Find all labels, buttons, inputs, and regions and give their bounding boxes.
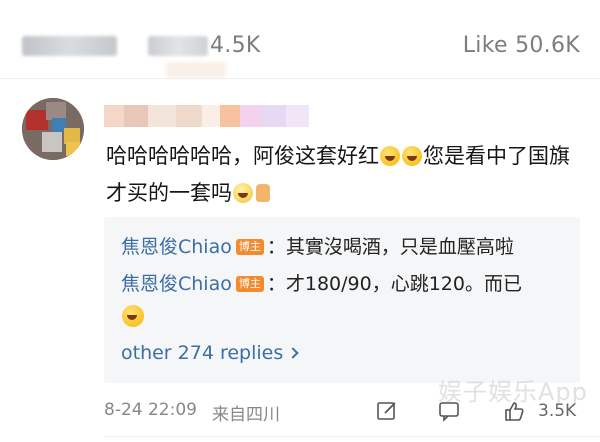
thumb-up-emoji (256, 184, 270, 202)
comment-count[interactable]: 4.5K (210, 33, 261, 58)
like-tab[interactable]: Like 50.6K (463, 33, 580, 58)
edit-icon[interactable] (376, 400, 398, 422)
divider (104, 436, 600, 437)
comment-tab-blurred[interactable] (148, 36, 208, 56)
chevron-right-icon (287, 347, 299, 359)
like-count: 3.5K (538, 401, 577, 421)
comment-text: 哈哈哈哈哈哈，阿俊这套好红 您是看中了国旗才买的一套吗 (106, 138, 576, 212)
username-blurred[interactable] (104, 105, 309, 127)
repost-tab-blurred[interactable] (22, 36, 117, 56)
reply-text: ：其實沒喝酒，只是血壓高啦 (266, 236, 514, 258)
reply-author[interactable]: 焦恩俊Chiao (121, 236, 232, 258)
author-badge: 博主 (235, 276, 264, 292)
laughing-emoji (402, 146, 422, 166)
author-badge: 博主 (235, 239, 264, 255)
comment-location: 来自四川 (212, 405, 280, 425)
avatar[interactable] (22, 98, 84, 160)
more-replies-label[interactable]: other 274 replies (121, 342, 283, 364)
grinning-emoji (122, 305, 144, 327)
laughing-emoji (380, 146, 400, 166)
more-replies-link[interactable]: other 274 replies (121, 339, 299, 367)
comment-text-part1: 哈哈哈哈哈哈，阿俊这套好红 (106, 144, 379, 168)
comment-icon[interactable] (438, 400, 460, 422)
reply-text: ：才180/90，心跳120。而已 (266, 273, 522, 295)
divider (0, 78, 600, 79)
sweating-emoji (233, 183, 253, 203)
reply-item[interactable]: 焦恩俊Chiao 博主 ：才180/90，心跳120。而已 (121, 267, 571, 335)
thumb-up-icon[interactable] (503, 400, 525, 422)
tab-indicator-blurred (166, 62, 226, 78)
comment-time: 8-24 22:09 (104, 400, 197, 420)
reply-box[interactable]: 焦恩俊Chiao 博主 ：其實沒喝酒，只是血壓高啦 焦恩俊Chiao 博主 ：才180/… (104, 217, 580, 383)
reply-item[interactable]: 焦恩俊Chiao 博主 ：其實沒喝酒，只是血壓高啦 (121, 230, 571, 264)
reply-author[interactable]: 焦恩俊Chiao (121, 273, 232, 295)
